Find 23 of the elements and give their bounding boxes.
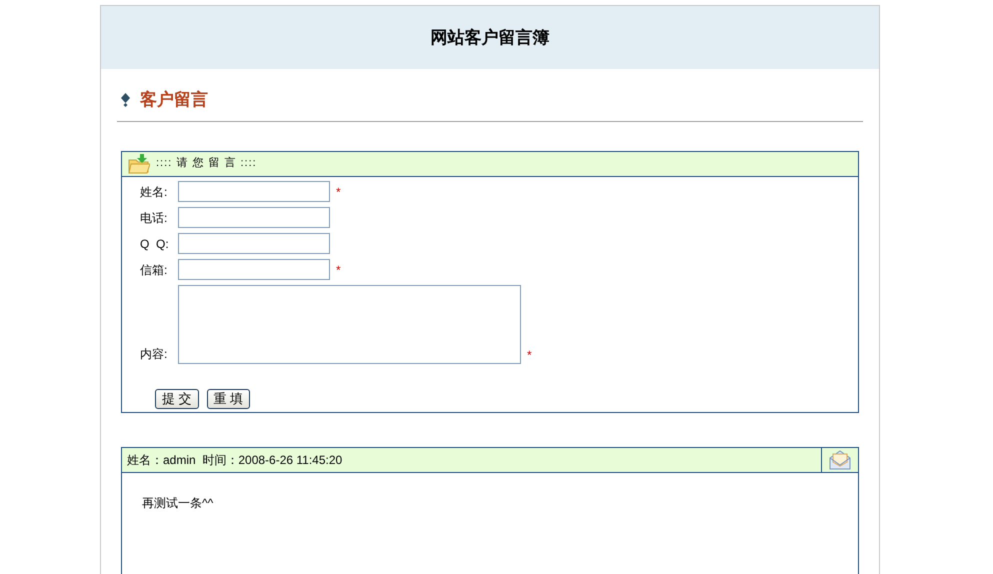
required-mark: * [336,262,341,278]
required-mark: * [527,346,532,364]
field-label: 信箱: [140,262,168,278]
form-title: :::: 请 您 留 言 :::: [156,156,257,172]
text-area[interactable] [178,284,521,364]
form-button[interactable]: 重 填 [206,388,250,408]
input-field[interactable] [178,259,330,280]
folder-icon [128,154,150,174]
diamond-icon [121,92,130,107]
input-field[interactable] [178,207,330,228]
field-label: 内容: [140,346,168,362]
required-mark: * [336,184,341,200]
input-field[interactable] [178,233,330,254]
form-button[interactable]: 提 交 [155,388,199,408]
envelope-icon [829,450,851,470]
page-title: 网站客户留言簿 [430,26,550,49]
field-label: 姓名: [140,184,168,200]
field-label: Q Q: [140,236,170,252]
message-content: 再测试一条^^ [141,494,214,512]
input-field[interactable] [178,181,330,202]
section-title: 客户留言 [140,89,208,111]
message-meta: 姓名：admin 时间：2008-6-26 11:45:20 [126,452,344,468]
field-label: 电话: [140,210,168,226]
